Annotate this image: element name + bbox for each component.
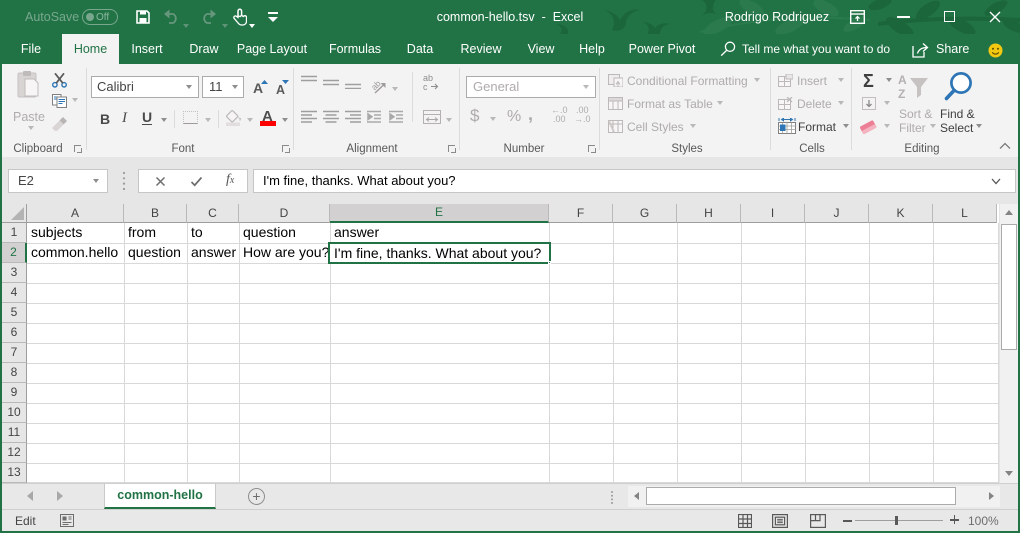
svg-text:c: c	[423, 82, 428, 91]
svg-text:ab: ab	[371, 79, 383, 92]
svg-text:A: A	[898, 73, 907, 87]
svg-text:Z: Z	[898, 87, 905, 101]
